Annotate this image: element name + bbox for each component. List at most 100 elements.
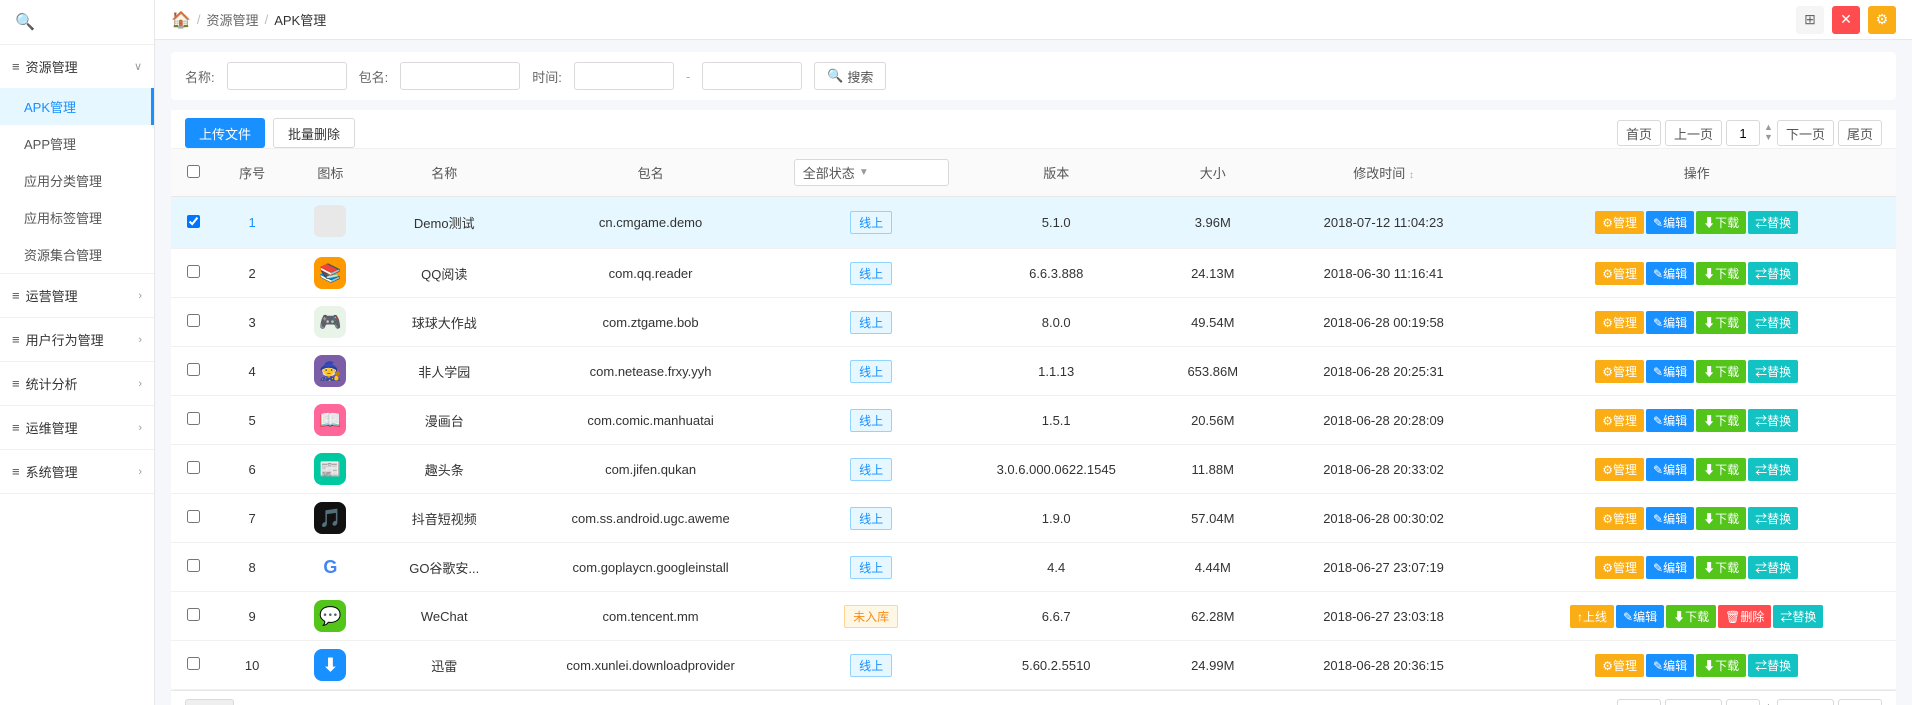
sidebar-item-apk[interactable]: APK管理 bbox=[0, 88, 154, 125]
bottom-page-number-input[interactable] bbox=[1726, 699, 1760, 705]
search-icon[interactable]: 🔍 bbox=[15, 14, 35, 31]
bottom-last-page-btn[interactable]: 尾页 bbox=[1838, 699, 1882, 705]
time-start-input[interactable] bbox=[574, 62, 674, 90]
row-size-cell: 3.96M bbox=[1156, 197, 1270, 249]
grid-icon-btn[interactable]: ⊞ bbox=[1796, 6, 1824, 34]
upload-file-button[interactable]: 上传文件 bbox=[185, 118, 265, 148]
status-filter-dropdown[interactable]: 全部状态 ▼ bbox=[794, 159, 949, 186]
first-page-btn[interactable]: 首页 bbox=[1617, 120, 1661, 146]
row-checkbox[interactable] bbox=[187, 608, 200, 621]
op-manage-button[interactable]: ⚙管理 bbox=[1595, 507, 1644, 530]
op-replace-button[interactable]: ⇄替换 bbox=[1773, 605, 1823, 628]
sidebar-group-resource-title[interactable]: ≡ 资源管理 ∨ bbox=[0, 45, 154, 88]
op-download-button[interactable]: ⬇下载 bbox=[1696, 409, 1746, 432]
prev-page-btn[interactable]: 上一页 bbox=[1665, 120, 1722, 146]
op-edit-button[interactable]: ✎编辑 bbox=[1646, 556, 1694, 579]
home-icon[interactable]: 🏠 bbox=[171, 10, 191, 30]
select-all-checkbox[interactable] bbox=[187, 165, 200, 178]
search-button[interactable]: 🔍 搜索 bbox=[814, 62, 886, 90]
sidebar-group-stats-title[interactable]: ≡ 统计分析 › bbox=[0, 362, 154, 405]
name-filter-input[interactable] bbox=[227, 62, 347, 90]
row-checkbox[interactable] bbox=[187, 461, 200, 474]
bottom-prev-page-btn[interactable]: 上一页 bbox=[1665, 699, 1722, 705]
row-checkbox[interactable] bbox=[187, 314, 200, 327]
bottom-first-page-btn[interactable]: 首页 bbox=[1617, 699, 1661, 705]
op-edit-button[interactable]: ✎编辑 bbox=[1646, 262, 1694, 285]
row-checkbox[interactable] bbox=[187, 412, 200, 425]
sidebar-item-app-tag[interactable]: 应用标签管理 bbox=[0, 199, 154, 236]
row-checkbox[interactable] bbox=[187, 215, 200, 228]
page-down-arrow[interactable]: ▼ bbox=[1764, 133, 1773, 143]
op-manage-button[interactable]: ⚙管理 bbox=[1595, 654, 1644, 677]
col-header-status[interactable]: 全部状态 ▼ bbox=[786, 149, 957, 197]
breadcrumb-resource[interactable]: 资源管理 bbox=[207, 10, 259, 29]
op-manage-button[interactable]: ⚙管理 bbox=[1595, 556, 1644, 579]
op-edit-button[interactable]: ✎编辑 bbox=[1616, 605, 1664, 628]
menu-icon: ≡ bbox=[12, 376, 20, 391]
last-page-btn[interactable]: 尾页 bbox=[1838, 120, 1882, 146]
op-online-button[interactable]: ↑上线 bbox=[1570, 605, 1614, 628]
op-download-button[interactable]: ⬇下载 bbox=[1696, 507, 1746, 530]
row-pkg-cell: com.xunlei.downloadprovider bbox=[515, 641, 785, 690]
row-checkbox[interactable] bbox=[187, 363, 200, 376]
sidebar-group-user-behavior-title[interactable]: ≡ 用户行为管理 › bbox=[0, 318, 154, 361]
op-replace-button[interactable]: ⇄替换 bbox=[1748, 360, 1798, 383]
sidebar-item-resource-set[interactable]: 资源集合管理 bbox=[0, 236, 154, 273]
op-edit-button[interactable]: ✎编辑 bbox=[1646, 507, 1694, 530]
op-download-button[interactable]: ⬇下载 bbox=[1696, 556, 1746, 579]
op-download-button[interactable]: ⬇下载 bbox=[1696, 360, 1746, 383]
op-edit-button[interactable]: ✎编辑 bbox=[1646, 311, 1694, 334]
bottom-next-page-btn[interactable]: 下一页 bbox=[1777, 699, 1834, 705]
op-replace-button[interactable]: ⇄替换 bbox=[1748, 654, 1798, 677]
sidebar-group-stats: ≡ 统计分析 › bbox=[0, 362, 154, 406]
op-replace-button[interactable]: ⇄替换 bbox=[1748, 311, 1798, 334]
op-replace-button[interactable]: ⇄替换 bbox=[1748, 458, 1798, 481]
op-delete-button[interactable]: 🗑删除 bbox=[1718, 605, 1771, 628]
op-download-button[interactable]: ⬇下载 bbox=[1666, 605, 1716, 628]
op-edit-button[interactable]: ✎编辑 bbox=[1646, 458, 1694, 481]
op-download-button[interactable]: ⬇下载 bbox=[1696, 311, 1746, 334]
sidebar-search-area[interactable]: 🔍 bbox=[0, 0, 154, 45]
op-replace-button[interactable]: ⇄替换 bbox=[1748, 409, 1798, 432]
sidebar-group-devops-title[interactable]: ≡ 运维管理 › bbox=[0, 406, 154, 449]
op-download-button[interactable]: ⬇下载 bbox=[1696, 458, 1746, 481]
op-manage-button[interactable]: ⚙管理 bbox=[1595, 458, 1644, 481]
pkg-filter-input[interactable] bbox=[400, 62, 520, 90]
close-icon-btn[interactable]: ✕ bbox=[1832, 6, 1860, 34]
op-replace-button[interactable]: ⇄替换 bbox=[1748, 211, 1798, 234]
col-header-time[interactable]: 修改时间 ↕ bbox=[1270, 149, 1498, 197]
op-edit-button[interactable]: ✎编辑 bbox=[1646, 654, 1694, 677]
time-end-input[interactable] bbox=[702, 62, 802, 90]
op-edit-button[interactable]: ✎编辑 bbox=[1646, 211, 1694, 234]
row-icon-cell: 📰 bbox=[288, 445, 373, 494]
row-checkbox[interactable] bbox=[187, 559, 200, 572]
op-edit-button[interactable]: ✎编辑 bbox=[1646, 360, 1694, 383]
op-replace-button[interactable]: ⇄替换 bbox=[1748, 262, 1798, 285]
op-manage-button[interactable]: ⚙管理 bbox=[1595, 211, 1644, 234]
seq-number-link[interactable]: 1 bbox=[248, 215, 255, 230]
op-manage-button[interactable]: ⚙管理 bbox=[1595, 409, 1644, 432]
next-page-btn[interactable]: 下一页 bbox=[1777, 120, 1834, 146]
batch-delete-button[interactable]: 批量删除 bbox=[273, 118, 355, 148]
op-manage-button[interactable]: ⚙管理 bbox=[1595, 262, 1644, 285]
op-replace-button[interactable]: ⇄替换 bbox=[1748, 507, 1798, 530]
op-download-button[interactable]: ⬇下载 bbox=[1696, 654, 1746, 677]
row-checkbox-cell bbox=[171, 249, 217, 298]
row-checkbox[interactable] bbox=[187, 510, 200, 523]
op-edit-button[interactable]: ✎编辑 bbox=[1646, 409, 1694, 432]
sidebar-group-system-title[interactable]: ≡ 系统管理 › bbox=[0, 450, 154, 493]
row-checkbox[interactable] bbox=[187, 657, 200, 670]
per-page-select[interactable]: 10 20 50 bbox=[185, 699, 234, 705]
sidebar-group-ops-title[interactable]: ≡ 运营管理 › bbox=[0, 274, 154, 317]
op-manage-button[interactable]: ⚙管理 bbox=[1595, 360, 1644, 383]
sidebar-item-app[interactable]: APP管理 bbox=[0, 125, 154, 162]
op-manage-button[interactable]: ⚙管理 bbox=[1595, 311, 1644, 334]
op-replace-button[interactable]: ⇄替换 bbox=[1748, 556, 1798, 579]
op-download-button[interactable]: ⬇下载 bbox=[1696, 211, 1746, 234]
row-ops-cell: ⚙管理✎编辑⬇下载⇄替换 bbox=[1497, 641, 1896, 690]
settings-icon-btn[interactable]: ⚙ bbox=[1868, 6, 1896, 34]
page-number-input[interactable] bbox=[1726, 120, 1760, 146]
row-checkbox[interactable] bbox=[187, 265, 200, 278]
sidebar-item-app-category[interactable]: 应用分类管理 bbox=[0, 162, 154, 199]
op-download-button[interactable]: ⬇下载 bbox=[1696, 262, 1746, 285]
